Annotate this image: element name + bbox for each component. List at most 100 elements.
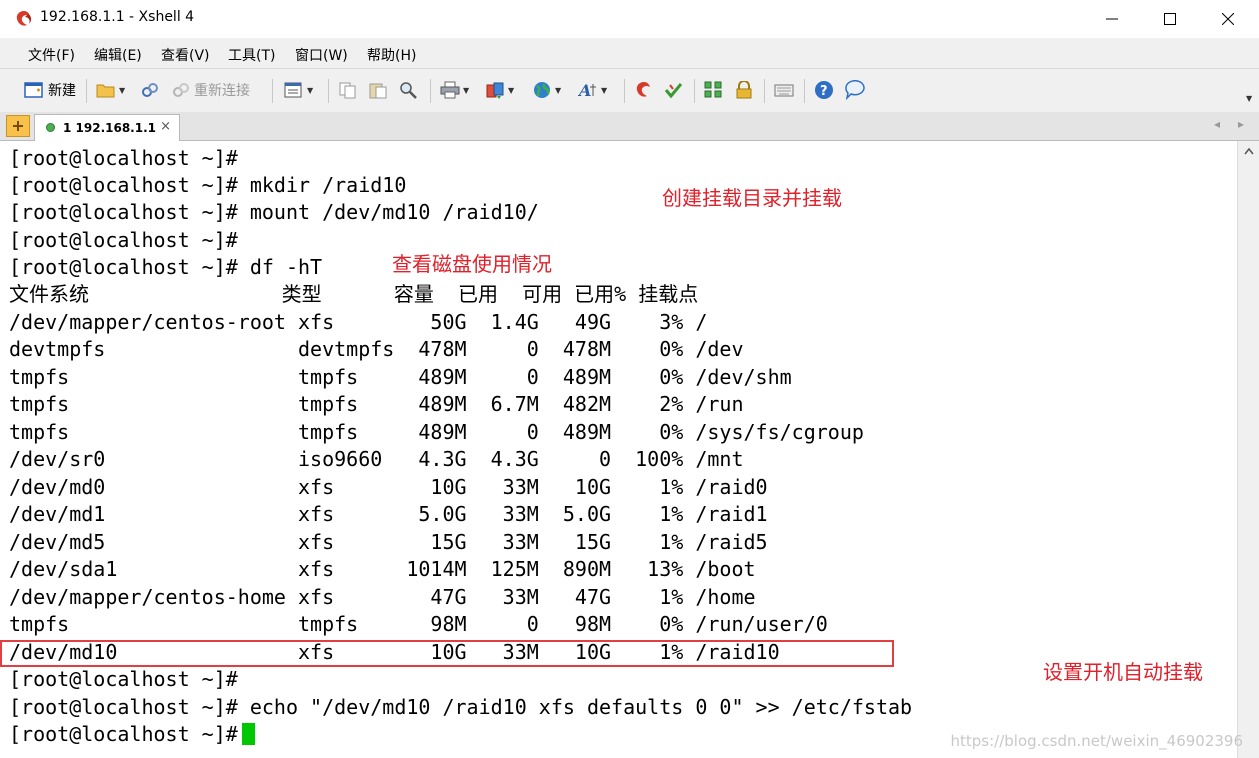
terminal-line: [root@localhost ~]# [9,146,238,170]
df-row: /dev/mapper/centos-root xfs 50G 1.4G 49G… [9,310,708,334]
annotation-mount: 创建挂载目录并挂载 [662,186,842,210]
window-title: 192.168.1.1 - Xshell 4 [40,9,195,25]
df-row: /dev/md0 xfs 10G 33M 10G 1% /raid0 [9,475,768,499]
layout-button[interactable] [704,79,724,101]
menu-edit[interactable]: 编辑(E) [94,45,142,65]
terminal-line: [root@localhost ~]# echo "/dev/md10 /rai… [9,695,913,719]
print-button[interactable]: ▼ [440,79,469,101]
keyboard-button[interactable] [774,79,794,101]
terminal-prompt: [root@localhost ~]# [9,722,238,746]
df-row: tmpfs tmpfs 489M 6.7M 482M 2% /run [9,392,744,416]
tab-scroll-right-icon[interactable]: ▸ [1238,117,1244,131]
chevron-down-icon: ▼ [601,85,608,95]
svg-text:?: ? [820,84,828,99]
folder-icon [96,84,115,98]
menu-help[interactable]: 帮助(H) [367,45,416,65]
toolbar-separator [804,79,805,103]
minimize-button[interactable] [1083,0,1141,38]
new-tab-button[interactable] [6,115,30,137]
terminal-line: [root@localhost ~]# mkdir /raid10 [9,173,407,197]
globe-icon [534,82,550,98]
terminal-line: [root@localhost ~]# df -hT [9,255,323,279]
plus-icon [13,121,23,131]
paste-button[interactable] [368,79,388,101]
reconnect-label: 重新连接 [194,83,250,99]
connect-button[interactable] [140,79,160,101]
df-row: tmpfs tmpfs 489M 0 489M 0% /sys/fs/cgrou… [9,420,864,444]
toolbar-separator [694,79,695,103]
properties-icon [284,82,302,98]
lock-icon [736,81,752,99]
maximize-button[interactable] [1141,0,1199,38]
lock-button[interactable] [734,79,754,101]
new-session-label: 新建 [48,83,76,99]
df-header-line: 文件系统 类型 容量 已用 可用 已用% 挂载点 [9,282,699,306]
xftp-icon [664,83,683,99]
toolbar-separator [86,79,87,103]
globe-button[interactable]: ▼ [532,79,561,101]
chevron-down-icon: ▼ [307,85,314,95]
df-row: tmpfs tmpfs 98M 0 98M 0% /run/user/0 [9,612,828,636]
new-session-button[interactable]: 新建 [24,79,76,101]
session-tab[interactable]: 1 192.168.1.1 × [34,114,180,141]
chevron-down-icon: ▼ [119,85,126,95]
annotation-fstab: 设置开机自动挂载 [1043,660,1203,684]
toolbar: 新建 ▼ 重新连接 ▼ ▼ ▼ ▼ A ▼ ? ▼ [0,68,1259,113]
xftp-button[interactable] [664,79,684,101]
menu-tools[interactable]: 工具(T) [228,45,275,65]
chevron-down-icon: ▼ [555,85,562,95]
session-tab-label: 1 192.168.1.1 [63,121,156,135]
chevron-down-icon: ▼ [508,85,515,95]
terminal-line: [root@localhost ~]# mount /dev/md10 /rai… [9,200,539,224]
properties-button[interactable]: ▼ [284,79,313,101]
terminal-line: [root@localhost ~]# [9,228,238,252]
toolbar-separator [624,79,625,103]
xshell-logo-icon [16,11,32,26]
menu-window[interactable]: 窗口(W) [295,45,348,65]
close-button[interactable] [1199,0,1257,38]
watermark: https://blog.csdn.net/weixin_46902396 [950,732,1243,750]
df-row: tmpfs tmpfs 489M 0 489M 0% /dev/shm [9,365,792,389]
df-row: /dev/sda1 xfs 1014M 125M 890M 13% /boot [9,557,756,581]
toolbar-separator [328,79,329,103]
toolbar-separator [272,79,273,103]
new-session-icon [24,82,43,98]
terminal-scrollbar[interactable] [1237,141,1259,758]
df-row: /dev/mapper/centos-home xfs 47G 33M 47G … [9,585,756,609]
annotation-df: 查看磁盘使用情况 [392,252,552,276]
scroll-up-icon[interactable] [1244,147,1254,155]
copy-icon [339,82,356,99]
chat-button[interactable] [844,79,866,101]
file-transfer-icon [486,82,504,99]
df-row: /dev/md1 xfs 5.0G 33M 5.0G 1% /raid1 [9,502,768,526]
help-icon: ? [815,81,833,99]
toolbar-separator [764,79,765,103]
tab-close-icon[interactable]: × [160,119,171,134]
paste-icon [369,83,387,99]
help-button[interactable]: ? [814,79,834,101]
menu-bar: 文件(F) 编辑(E) 查看(V) 工具(T) 窗口(W) 帮助(H) [0,38,1259,68]
search-icon [400,82,417,99]
connected-status-icon [46,123,55,132]
xshell-icon [636,82,650,97]
terminal-output[interactable]: [root@localhost ~]# [root@localhost ~]# … [0,141,1237,758]
df-row: /dev/md5 xfs 15G 33M 15G 1% /raid5 [9,530,768,554]
svg-text:A: A [578,81,591,99]
reconnect-icon [173,83,189,97]
toolbar-overflow-button[interactable]: ▼ [1243,87,1252,109]
transfer-button[interactable]: ▼ [485,79,514,101]
reconnect-button[interactable]: 重新连接 [172,79,250,101]
chevron-down-icon: ▼ [1246,93,1253,103]
terminal-line: [root@localhost ~]# [9,667,238,691]
tab-scroll-left-icon[interactable]: ◂ [1214,117,1220,131]
font-button[interactable]: A ▼ [578,79,607,101]
link-icon [142,83,158,97]
xshell-button[interactable] [634,79,654,101]
terminal-prompt-line: [root@localhost ~]# [9,721,255,748]
menu-file[interactable]: 文件(F) [28,45,75,65]
open-button[interactable]: ▼ [96,79,125,101]
df-row: devtmpfs devtmpfs 478M 0 478M 0% /dev [9,337,744,361]
menu-view[interactable]: 查看(V) [161,45,210,65]
find-button[interactable] [398,79,418,101]
copy-button[interactable] [338,79,358,101]
